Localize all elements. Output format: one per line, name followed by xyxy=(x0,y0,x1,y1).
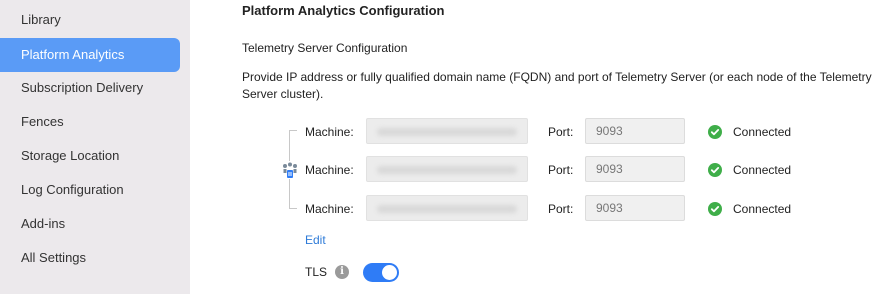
sidebar-item-add-ins[interactable]: Add-ins xyxy=(0,207,180,241)
sidebar-item-fences[interactable]: Fences xyxy=(0,105,180,139)
sidebar-item-log-configuration[interactable]: Log Configuration xyxy=(0,173,180,207)
status-text: Connected xyxy=(733,163,792,177)
edit-link[interactable]: Edit xyxy=(305,233,326,247)
section-description: Provide IP address or fully qualified do… xyxy=(242,70,872,101)
status-text: Connected xyxy=(733,202,792,216)
sidebar-item-subscription-delivery[interactable]: Subscription Delivery xyxy=(0,71,180,105)
status-text: Connected xyxy=(733,125,792,139)
tls-label: TLS xyxy=(305,265,328,279)
machine-label: Machine: xyxy=(305,202,354,216)
main-content: Platform Analytics Configuration Telemet… xyxy=(190,0,894,294)
server-row: Machine: Port: 9093 Connected xyxy=(190,195,890,223)
toggle-knob xyxy=(382,265,397,280)
server-row: Machine: Port: 9093 Connected xyxy=(190,118,890,146)
port-input[interactable]: 9093 xyxy=(585,156,685,182)
sidebar-item-library[interactable]: Library xyxy=(0,3,180,37)
info-icon[interactable]: i xyxy=(335,265,349,279)
machine-input[interactable] xyxy=(366,118,528,144)
machine-label: Machine: xyxy=(305,163,354,177)
machine-label: Machine: xyxy=(305,125,354,139)
port-input[interactable]: 9093 xyxy=(585,195,685,221)
sidebar-item-platform-analytics[interactable]: Platform Analytics xyxy=(0,38,180,72)
section-title: Telemetry Server Configuration xyxy=(242,41,408,55)
page-title: Platform Analytics Configuration xyxy=(242,3,445,18)
redacted-value xyxy=(377,166,517,174)
app-window: Library Platform Analytics Subscription … xyxy=(0,0,894,294)
port-label: Port: xyxy=(548,163,574,177)
port-label: Port: xyxy=(548,125,574,139)
sidebar-item-all-settings[interactable]: All Settings xyxy=(0,241,180,275)
port-label: Port: xyxy=(548,202,574,216)
sidebar: Library Platform Analytics Subscription … xyxy=(0,0,190,294)
redacted-value xyxy=(377,205,517,213)
check-circle-icon xyxy=(708,163,722,177)
check-circle-icon xyxy=(708,202,722,216)
sidebar-item-storage-location[interactable]: Storage Location xyxy=(0,139,180,173)
port-input[interactable]: 9093 xyxy=(585,118,685,144)
tls-toggle[interactable] xyxy=(363,263,399,282)
machine-input[interactable] xyxy=(366,195,528,221)
server-row: Machine: Port: 9093 Connected xyxy=(190,156,890,184)
check-circle-icon xyxy=(708,125,722,139)
redacted-value xyxy=(377,128,517,136)
machine-input[interactable] xyxy=(366,156,528,182)
